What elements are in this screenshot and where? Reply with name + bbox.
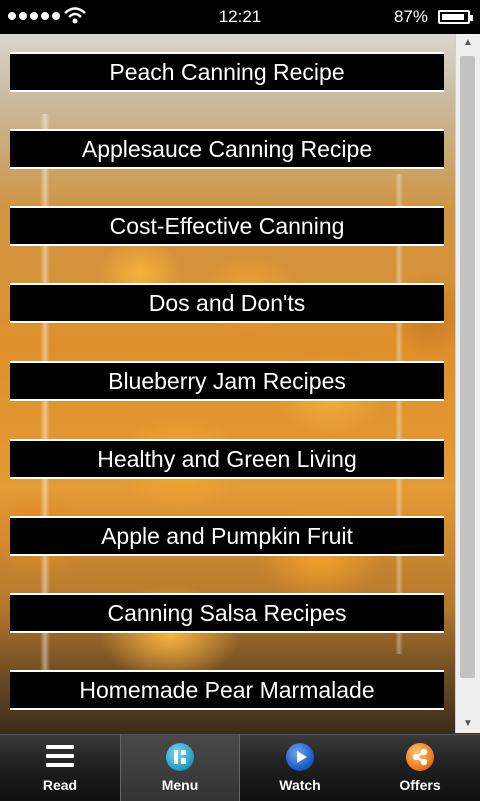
menu-item-blueberry-jam[interactable]: Blueberry Jam Recipes xyxy=(10,361,444,401)
bottom-tab-bar: Read Menu Watch Offers xyxy=(0,734,480,801)
scrollbar[interactable]: ▲ ▼ xyxy=(455,34,480,733)
menu-item-healthy-green-living[interactable]: Healthy and Green Living xyxy=(10,439,444,479)
menu-item-cost-effective-canning[interactable]: Cost-Effective Canning xyxy=(10,206,444,246)
scroll-thumb[interactable] xyxy=(460,56,475,678)
tab-offers[interactable]: Offers xyxy=(360,735,480,801)
hamburger-icon xyxy=(46,745,74,767)
play-icon xyxy=(286,743,314,771)
menu-grid-icon xyxy=(166,743,194,771)
tab-read-label: Read xyxy=(42,777,78,793)
menu-item-apple-pumpkin-fruit[interactable]: Apple and Pumpkin Fruit xyxy=(10,516,444,556)
battery-icon xyxy=(438,10,473,24)
tab-menu-label: Menu xyxy=(161,777,199,793)
menu-item-peach-canning[interactable]: Peach Canning Recipe xyxy=(10,52,444,92)
scroll-down-arrow-icon[interactable]: ▼ xyxy=(456,715,480,733)
battery-percent: 87% xyxy=(393,7,428,26)
tab-offers-label: Offers xyxy=(399,777,441,793)
share-icon xyxy=(406,743,434,771)
menu-item-dos-and-donts[interactable]: Dos and Don'ts xyxy=(10,283,444,323)
status-bar: 12:21 87% xyxy=(0,0,480,34)
tab-menu[interactable]: Menu xyxy=(120,735,240,801)
tab-read[interactable]: Read xyxy=(0,735,120,801)
tab-watch-label: Watch xyxy=(279,777,321,793)
menu-item-pear-marmalade[interactable]: Homemade Pear Marmalade xyxy=(10,670,444,710)
scroll-up-arrow-icon[interactable]: ▲ xyxy=(456,34,480,52)
menu-item-canning-salsa[interactable]: Canning Salsa Recipes xyxy=(10,593,444,633)
menu-item-applesauce-canning[interactable]: Applesauce Canning Recipe xyxy=(10,129,444,169)
tab-watch[interactable]: Watch xyxy=(240,735,360,801)
